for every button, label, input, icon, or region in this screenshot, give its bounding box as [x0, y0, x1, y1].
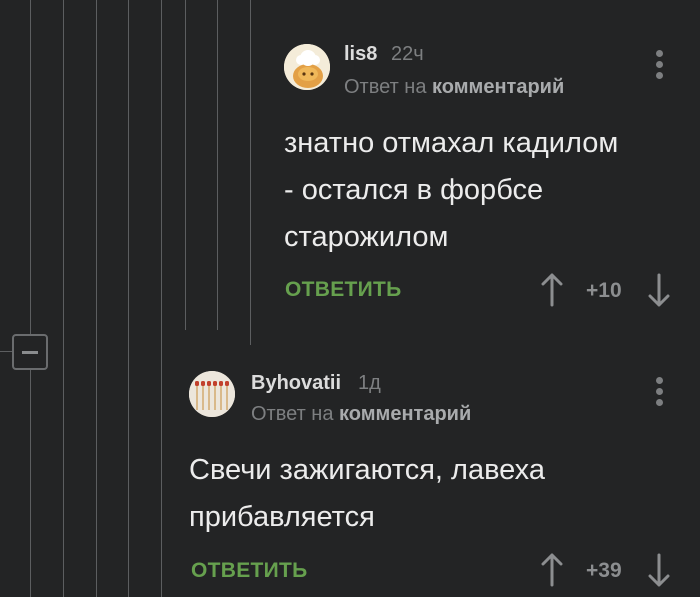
reply-button[interactable]: ОТВЕТИТЬ [191, 559, 308, 583]
thread-connector [0, 351, 12, 352]
reply-to-label: Ответ на комментарий [344, 76, 564, 99]
arrow-up-icon[interactable] [541, 553, 563, 587]
reply-to-label: Ответ на комментарий [251, 403, 471, 426]
reply-target-link[interactable]: комментарий [432, 76, 564, 98]
comment-lis8: lis8 22ч Ответ на комментарий знатно отм… [0, 0, 700, 330]
comment-body-line: прибавляется [189, 501, 375, 533]
avatar[interactable] [284, 44, 330, 90]
reply-button[interactable]: ОТВЕТИТЬ [285, 278, 402, 302]
comment-body-line: старожилом [284, 221, 449, 253]
arrow-up-icon[interactable] [541, 273, 563, 307]
comment-body-line: Свечи зажигаются, лавеха [189, 454, 545, 486]
comment-body: Свечи зажигаются, лавеха прибавляется [189, 447, 545, 541]
avatar[interactable] [189, 371, 235, 417]
comment-body-line: - остался в форбсе [284, 174, 544, 206]
comment-menu-button[interactable] [654, 377, 664, 410]
comment-menu-button[interactable] [654, 50, 664, 83]
comment-byhovatii: Byhovatii 1д Ответ на комментарий Свечи … [0, 360, 700, 597]
arrow-down-icon[interactable] [648, 553, 670, 587]
kebab-menu-icon [654, 50, 664, 79]
comment-body-line: знатно отмахал кадилом [284, 127, 619, 159]
comment-body: знатно отмахал кадилом - остался в форбс… [284, 120, 618, 261]
comment-author[interactable]: lis8 [344, 43, 377, 66]
avatar-image [284, 44, 330, 90]
minus-icon [22, 350, 38, 354]
avatar-image [189, 371, 235, 417]
reply-prefix: Ответ на [344, 76, 433, 98]
arrow-down-icon[interactable] [648, 273, 670, 307]
comment-author[interactable]: Byhovatii [251, 372, 341, 395]
comment-time: 1д [358, 372, 381, 394]
comment-time: 22ч [391, 43, 424, 65]
reply-target-link[interactable]: комментарий [339, 403, 471, 425]
rating-value: +10 [586, 279, 622, 302]
rating-value: +39 [586, 559, 622, 582]
kebab-menu-icon [654, 377, 664, 406]
reply-prefix: Ответ на [251, 403, 340, 425]
